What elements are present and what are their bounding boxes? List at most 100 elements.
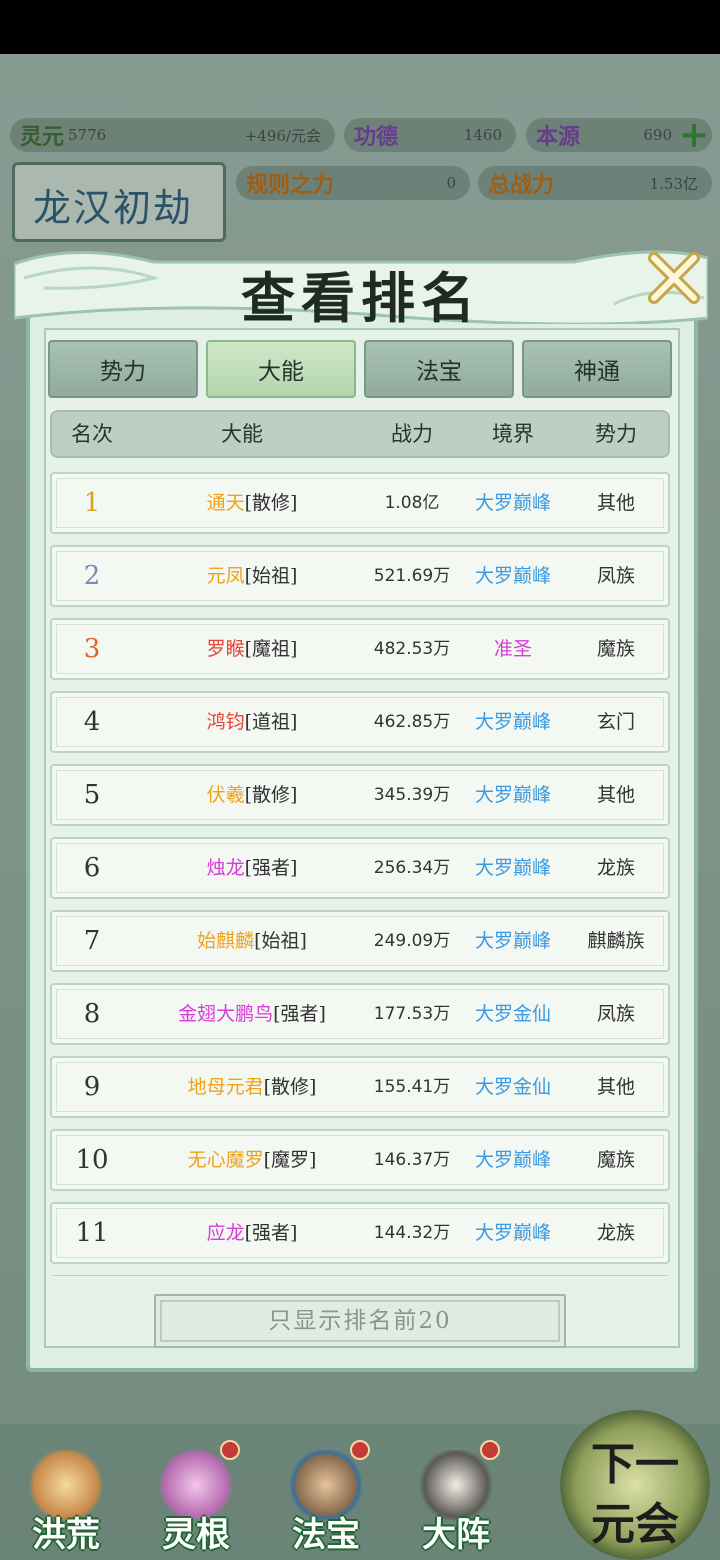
- name-text: 通天: [206, 492, 245, 514]
- realm-cell: 大罗巅峰: [474, 857, 551, 879]
- status-bar: [0, 0, 720, 54]
- next-era-label-1: 下一: [591, 1439, 679, 1490]
- power-cell: 249.09万: [373, 931, 451, 951]
- name-cell: 罗睺[魔祖]: [132, 620, 372, 678]
- table-row[interactable]: 2 元凤[始祖] 521.69万 大罗巅峰 凤族: [50, 545, 670, 607]
- column-name: 大能: [221, 422, 263, 446]
- name-cell: 伏羲[散修]: [132, 766, 372, 824]
- nav-fabao-label: 法宝: [292, 1515, 360, 1555]
- nav-honghuang[interactable]: 洪荒: [6, 1440, 126, 1560]
- power-cell: 462.85万: [373, 712, 451, 732]
- table-row[interactable]: 9 地母元君[散修] 155.41万 大罗金仙 其他: [50, 1056, 670, 1118]
- rank-cell: 4: [83, 707, 101, 737]
- power-cell: 144.32万: [373, 1223, 451, 1243]
- table-row[interactable]: 4 鸿钧[道祖] 462.85万 大罗巅峰 玄门: [50, 691, 670, 753]
- top20-filter-button[interactable]: 只显示排名前20: [154, 1294, 566, 1348]
- realm-cell: 准圣: [493, 638, 532, 660]
- top20-filter-label: 只显示排名前20: [268, 1308, 452, 1334]
- tab-shentong[interactable]: 神通: [522, 340, 672, 398]
- column-power: 战力: [391, 422, 433, 446]
- table-row[interactable]: 7 始麒麟[始祖] 249.09万 大罗巅峰 麒麟族: [50, 910, 670, 972]
- table-row[interactable]: [50, 1275, 670, 1276]
- title-tag: [始祖]: [244, 565, 298, 587]
- realm-cell: 大罗金仙: [474, 1076, 551, 1098]
- realm-cell: 大罗巅峰: [474, 492, 551, 514]
- table-row[interactable]: 10 无心魔罗[魔罗] 146.37万 大罗巅峰 魔族: [50, 1129, 670, 1191]
- close-icon[interactable]: [646, 250, 702, 306]
- title-tag: [散修]: [244, 784, 298, 806]
- next-era-label-2: 元会: [591, 1499, 679, 1550]
- title-tag: [道祖]: [244, 711, 298, 733]
- next-era-button[interactable]: 下一 元会: [560, 1410, 710, 1560]
- name-cell: 元凤[始祖]: [132, 547, 372, 605]
- faction-cell: 其他: [596, 784, 635, 806]
- nav-dazhen[interactable]: 大阵: [396, 1440, 516, 1560]
- notification-dot: [480, 1440, 500, 1460]
- title-tag: [强者]: [244, 857, 298, 879]
- realm-cell: 大罗巅峰: [474, 565, 551, 587]
- faction-cell: 其他: [596, 492, 635, 514]
- name-text: 元凤: [206, 565, 245, 587]
- realm-cell: 大罗巅峰: [474, 784, 551, 806]
- rank-cell: 3: [83, 634, 101, 664]
- faction-cell: 魔族: [596, 1149, 635, 1171]
- table-row[interactable]: 3 罗睺[魔祖] 482.53万 准圣 魔族: [50, 618, 670, 680]
- power-cell: 155.41万: [373, 1077, 451, 1097]
- nav-linggen[interactable]: 灵根: [136, 1440, 256, 1560]
- title-tag: [强者]: [273, 1003, 326, 1025]
- name-cell: 通天[散修]: [132, 474, 372, 532]
- power-cell: 177.53万: [373, 1004, 451, 1024]
- title-tag: [魔罗]: [263, 1149, 317, 1171]
- notification-dot: [220, 1440, 240, 1460]
- rank-cell: 2: [83, 561, 101, 591]
- nav-honghuang-label: 洪荒: [32, 1515, 100, 1555]
- tab-shili[interactable]: 势力: [48, 340, 198, 398]
- title-tag: [散修]: [244, 492, 298, 514]
- faction-cell: 龙族: [596, 857, 635, 879]
- realm-cell: 大罗巅峰: [474, 711, 551, 733]
- table-row[interactable]: 11 应龙[强者] 144.32万 大罗巅峰 龙族: [50, 1202, 670, 1264]
- table-row[interactable]: 5 伏羲[散修] 345.39万 大罗巅峰 其他: [50, 764, 670, 826]
- tab-daneng[interactable]: 大能: [206, 340, 356, 398]
- name-cell: 无心魔罗[魔罗]: [132, 1131, 372, 1189]
- faction-cell: 玄门: [596, 711, 635, 733]
- name-text: 罗睺: [206, 638, 245, 660]
- name-cell: 鸿钧[道祖]: [132, 693, 372, 751]
- name-cell: 始麒麟[始祖]: [132, 912, 372, 970]
- faction-cell: 魔族: [596, 638, 635, 660]
- name-text: 金翅大鹏鸟: [178, 1003, 274, 1025]
- name-cell: 应龙[强者]: [132, 1204, 372, 1262]
- table-header: 名次 大能 战力 境界 势力: [50, 410, 670, 458]
- nav-fabao[interactable]: 法宝: [266, 1440, 386, 1560]
- realm-cell: 大罗巅峰: [474, 1149, 551, 1171]
- modal-title: 查看排名: [241, 266, 481, 330]
- name-text: 始麒麟: [197, 930, 255, 952]
- realm-cell: 大罗巅峰: [474, 930, 551, 952]
- rank-cell: 6: [83, 853, 101, 883]
- power-cell: 1.08亿: [384, 493, 440, 513]
- table-row[interactable]: 6 烛龙[强者] 256.34万 大罗巅峰 龙族: [50, 837, 670, 899]
- table-row[interactable]: 8 金翅大鹏鸟[强者] 177.53万 大罗金仙 凤族: [50, 983, 670, 1045]
- tab-fabao[interactable]: 法宝: [364, 340, 514, 398]
- faction-cell: 龙族: [596, 1222, 635, 1244]
- power-cell: 256.34万: [373, 858, 451, 878]
- name-cell: 地母元君[散修]: [132, 1058, 372, 1116]
- rank-cell: 8: [83, 999, 101, 1029]
- title-tag: [始祖]: [254, 930, 307, 952]
- rank-cell: 10: [75, 1145, 109, 1175]
- title-tag: [魔祖]: [244, 638, 298, 660]
- name-text: 伏羲: [206, 784, 245, 806]
- faction-cell: 凤族: [596, 1003, 635, 1025]
- name-cell: 金翅大鹏鸟[强者]: [132, 985, 372, 1043]
- rank-cell: 11: [75, 1218, 109, 1248]
- rank-cell: 5: [83, 780, 101, 810]
- column-faction: 势力: [595, 422, 637, 446]
- power-cell: 345.39万: [373, 785, 451, 805]
- realm-cell: 大罗金仙: [474, 1003, 551, 1025]
- power-cell: 146.37万: [373, 1150, 451, 1170]
- name-text: 应龙: [206, 1222, 245, 1244]
- ranking-list[interactable]: 1 通天[散修] 1.08亿 大罗巅峰 其他 2 元凤[始祖] 521.69万 大罗巅峰 凤族 3 罗…: [50, 472, 670, 1276]
- column-realm: 境界: [492, 422, 534, 446]
- name-text: 烛龙: [206, 857, 245, 879]
- table-row[interactable]: 1 通天[散修] 1.08亿 大罗巅峰 其他: [50, 472, 670, 534]
